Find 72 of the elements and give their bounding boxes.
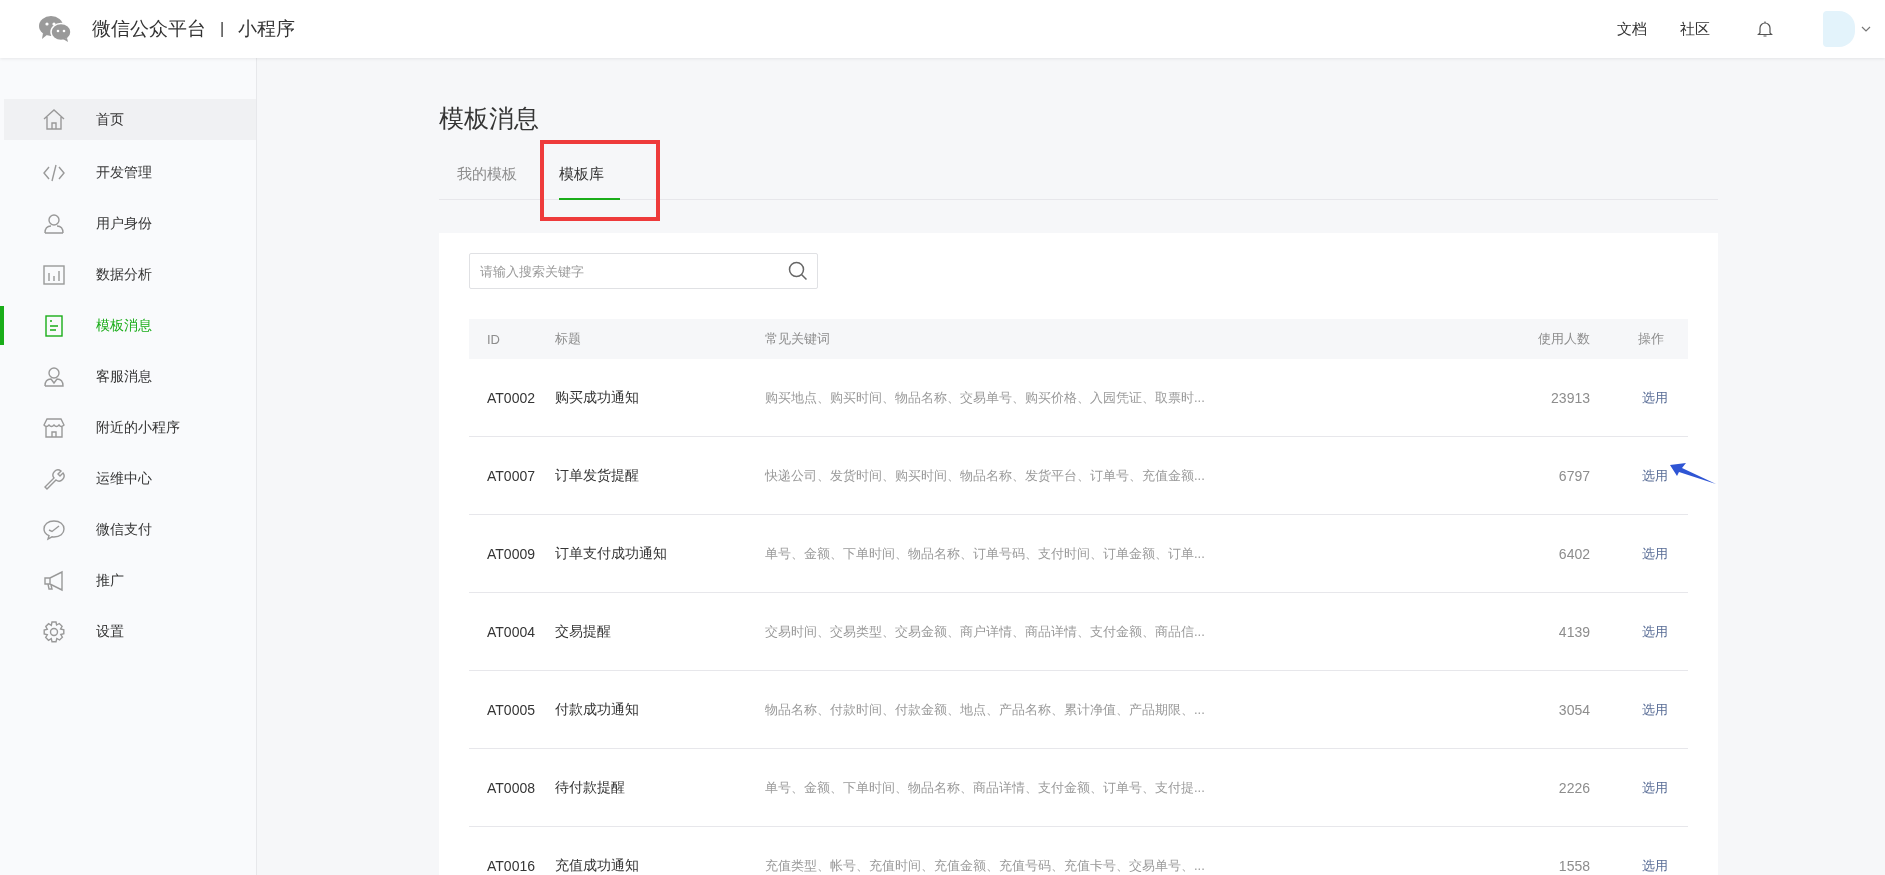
megaphone-icon (42, 568, 66, 593)
sidebar-item[interactable]: 开发管理 (4, 147, 256, 198)
select-link[interactable]: 选用 (1642, 467, 1668, 483)
sidebar-item[interactable]: 推广 (4, 555, 256, 606)
table-cell-text: 4139 (1557, 623, 1590, 640)
table-cell-text: 单号、金额、下单时间、物品名称、订单号码、支付时间、订单金额、订单... (765, 544, 1206, 563)
table-cell-text: 交易时间、交易类型、交易金额、商户详情、商品详情、支付金额、商品信... (765, 622, 1206, 641)
brand-name: 微信公众平台 (92, 17, 206, 41)
header-link[interactable]: 文档 (1617, 19, 1647, 39)
table-cell-text: 单号、金额、下单时间、物品名称、商品详情、支付金额、订单号、支付提... (765, 778, 1206, 797)
product-name: 小程序 (238, 17, 296, 41)
table-cell-text: AT0002 (486, 389, 536, 406)
table-cell-text: 购买成功通知 (555, 388, 640, 407)
house-icon (42, 107, 66, 132)
select-link[interactable]: 选用 (1642, 545, 1668, 561)
table-cell-text: 快递公司、发货时间、购买时间、物品名称、发货平台、订单号、充值金额... (765, 466, 1206, 485)
search-field[interactable]: 请输入搜索关键字 (469, 253, 818, 289)
sidebar-item[interactable]: 客服消息 (4, 351, 256, 402)
document-icon (42, 313, 66, 338)
table-cell-text: AT0007 (486, 467, 536, 484)
caret-icon[interactable] (1861, 26, 1871, 32)
person-icon (42, 364, 66, 389)
table-cell-text: 23913 (1550, 389, 1590, 406)
column-header: 操作 (1637, 330, 1665, 348)
person-icon (42, 211, 66, 236)
bar-chart-icon (42, 262, 66, 287)
table-cell-text: 充值类型、帐号、充值时间、充值金额、充值号码、充值卡号、交易单号、... (765, 856, 1206, 875)
column-header: 常见关键词 (765, 330, 831, 348)
table-cell-text: 订单发货提醒 (555, 466, 640, 485)
table-cell-text: 订单支付成功通知 (555, 544, 668, 563)
sidebar-item[interactable]: 设置 (4, 606, 256, 657)
table-cell-text: 充值成功通知 (555, 856, 640, 875)
table-cell-text: 6402 (1557, 545, 1590, 562)
sidebar-item[interactable]: 首页 (4, 99, 256, 140)
table-cell-text: AT0009 (486, 545, 536, 562)
table-cell-text: AT0004 (486, 623, 536, 640)
table-cell-text: 购买地点、购买时间、物品名称、交易单号、购买价格、入园凭证、取票时... (765, 388, 1206, 407)
table-cell-text: 交易提醒 (555, 622, 612, 641)
column-header: 使用人数 (1537, 330, 1590, 348)
column-header: ID (486, 331, 501, 347)
sidebar-item[interactable]: 数据分析 (4, 249, 256, 300)
table-cell-text: 3054 (1557, 701, 1590, 718)
brand-separator-text: | (220, 20, 225, 38)
tab[interactable]: 模板库 (559, 153, 620, 200)
table-cell-text: 付款成功通知 (555, 700, 640, 719)
table-cell-text: AT0008 (486, 779, 536, 796)
storefront-icon (42, 415, 66, 440)
table-cell-text: 物品名称、付款时间、付款金额、地点、产品名称、累计净值、产品期限、... (765, 700, 1206, 719)
page-title: 模板消息 (439, 103, 540, 134)
bell-icon[interactable] (1757, 20, 1773, 38)
check-bubble-icon (42, 517, 66, 542)
header-link[interactable]: 社区 (1680, 19, 1710, 39)
sidebar-item[interactable]: 微信支付 (4, 504, 256, 555)
gear-icon (42, 619, 66, 644)
select-link[interactable]: 选用 (1642, 623, 1668, 639)
table-cell-text: AT0016 (486, 857, 536, 874)
table-cell-text: AT0005 (486, 701, 536, 718)
table-cell-text: 1558 (1557, 857, 1590, 874)
chat-bubbles-icon (38, 15, 72, 43)
select-link[interactable]: 选用 (1642, 701, 1668, 717)
wrench-icon (42, 466, 66, 491)
select-link[interactable]: 选用 (1642, 389, 1668, 405)
sidebar-item[interactable]: 附近的小程序 (4, 402, 256, 453)
select-link[interactable]: 选用 (1642, 857, 1668, 873)
column-header: 标题 (555, 330, 582, 348)
sidebar-item[interactable]: 用户身份 (4, 198, 256, 249)
search-icon (788, 261, 808, 281)
table-cell-text: 6797 (1557, 467, 1590, 484)
table-cell-text: 待付款提醒 (555, 778, 626, 797)
table-cell-text: 2226 (1557, 779, 1590, 796)
select-link[interactable]: 选用 (1642, 779, 1668, 795)
sidebar-item[interactable]: 运维中心 (4, 453, 256, 504)
